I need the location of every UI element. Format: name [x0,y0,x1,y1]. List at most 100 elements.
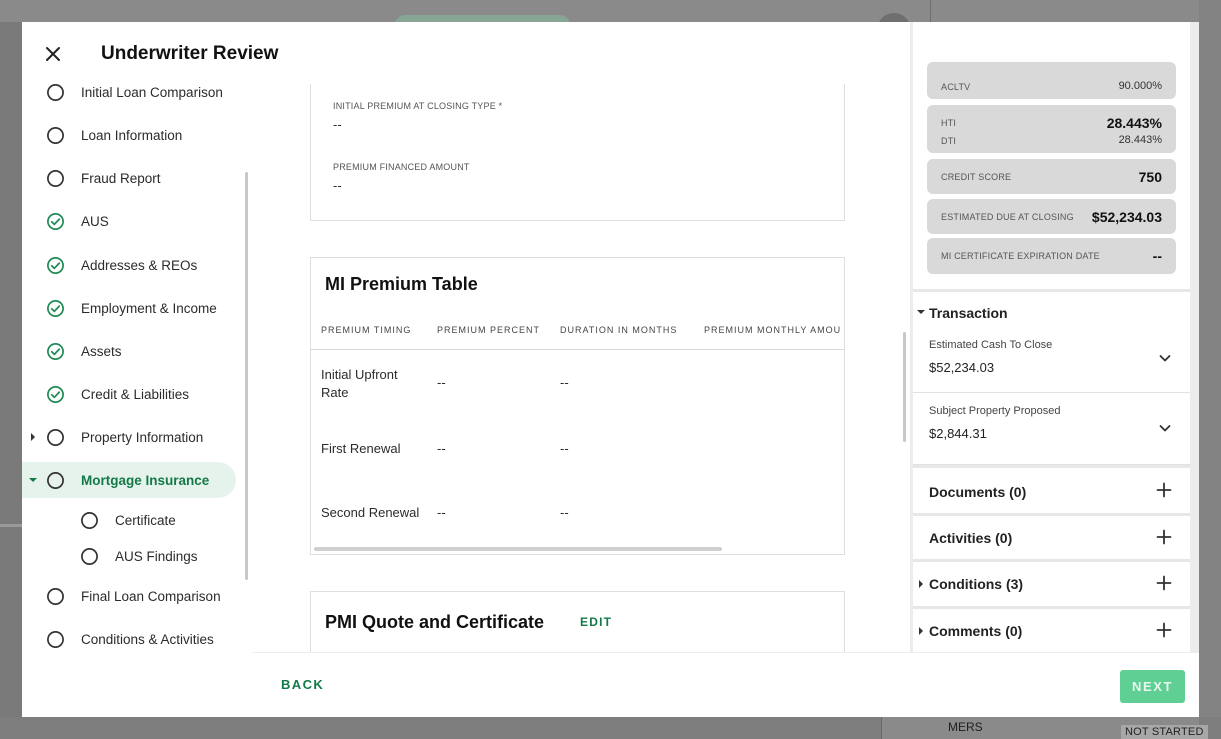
documents-section-title: Documents (0) [929,484,1027,500]
empty-circle-icon [47,169,64,187]
main-content: INITIAL PREMIUM AT CLOSING TYPE * -- PRE… [310,64,845,681]
dti-label: DTI [941,136,957,146]
empty-circle-icon [81,547,98,565]
sidebar-item-aus[interactable]: AUS [22,203,236,239]
modal-footer: BACK NEXT [253,652,1199,717]
column-header-duration: DURATION IN MONTHS [560,325,678,335]
caret-right-icon[interactable] [917,627,925,635]
transaction-item-cash-to-close[interactable]: Estimated Cash To Close $52,234.03 [913,327,1190,393]
sidebar-item-label: AUS Findings [115,548,198,564]
transaction-item-value: $52,234.03 [929,360,995,375]
page-title: Underwriter Review [101,43,279,64]
edit-button[interactable]: EDIT [580,615,612,629]
due-at-closing-metric: ESTIMATED DUE AT CLOSING $52,234.03 [927,199,1176,234]
next-button[interactable]: NEXT [1120,670,1185,703]
table-header-divider [311,349,844,350]
sidebar-item-employment-income[interactable]: Employment & Income [22,290,236,326]
plus-icon[interactable] [1156,622,1172,638]
conditions-section[interactable]: Conditions (3) [913,562,1190,607]
dti-value: 28.443% [1118,134,1162,146]
sidebar-item-label: Mortgage Insurance [81,472,210,488]
conditions-section-title: Conditions (3) [929,576,1024,592]
activities-section[interactable]: Activities (0) [913,516,1190,561]
premium-details-card: INITIAL PREMIUM AT CLOSING TYPE * -- PRE… [310,64,845,221]
sidebar-item-property-information[interactable]: Property Information [22,419,236,455]
sidebar-scrollbar[interactable] [245,172,248,580]
summary-panel: ACLTV 90.000% HTI 28.443% DTI 28.443% CR… [910,22,1199,654]
sidebar-item-credit-liabilities[interactable]: Credit & Liabilities [22,376,236,412]
credit-score-metric: CREDIT SCORE 750 [927,159,1176,194]
chevron-down-icon[interactable] [1158,351,1172,365]
sidebar-item-loan-information[interactable]: Loan Information [22,117,236,153]
row-timing: Second Renewal [321,505,420,520]
background-dash [0,524,22,527]
check-circle-icon [47,299,64,317]
sidebar-item-label: Addresses & REOs [81,257,198,273]
caret-right-icon[interactable] [29,433,37,441]
acltv-value: 90.000% [1118,80,1162,92]
due-at-closing-value: $52,234.03 [1091,209,1162,225]
sidebar-item-label: Employment & Income [81,300,217,316]
close-icon[interactable] [43,44,63,64]
transaction-section-title[interactable]: Transaction [929,305,1008,321]
financed-amount-value: -- [333,178,342,193]
mi-premium-table-card: MI Premium Table PREMIUM TIMING PREMIUM … [310,257,845,555]
row-percent: -- [437,375,446,390]
check-circle-icon [47,212,64,230]
comments-section[interactable]: Comments (0) [913,609,1190,654]
empty-circle-icon [47,126,64,144]
hti-label: HTI [941,118,957,128]
row-timing: Initial Upfront Rate [321,367,398,400]
sidebar-item-label: Certificate [115,512,176,528]
row-percent: -- [437,441,446,456]
sidebar-item-mortgage-insurance[interactable]: Mortgage Insurance [22,462,236,498]
transaction-item-label: Estimated Cash To Close [929,339,1053,351]
back-button[interactable]: BACK [281,677,324,692]
mi-expiration-value: -- [1152,248,1162,264]
due-at-closing-label: ESTIMATED DUE AT CLOSING [941,212,1074,222]
empty-circle-icon [47,630,64,648]
pmi-quote-title: PMI Quote and Certificate [325,612,545,632]
background-mers-label: MERS [948,720,983,734]
caret-right-icon[interactable] [917,580,925,588]
transaction-item-value: $2,844.31 [929,426,987,441]
chevron-down-icon[interactable] [1158,421,1172,435]
sidebar-item-addresses-reos[interactable]: Addresses & REOs [22,247,236,283]
content-scrollbar[interactable] [903,332,906,442]
sidebar-item-conditions-activities[interactable]: Conditions & Activities [22,621,236,657]
hti-value: 28.443% [1106,115,1162,131]
sidebar-item-certificate[interactable]: Certificate [22,502,236,538]
underwriter-review-modal: INITIAL PREMIUM AT CLOSING TYPE * -- PRE… [22,22,1199,717]
documents-section[interactable]: Documents (0) [913,468,1190,513]
empty-circle-icon [47,83,64,101]
table-horizontal-scrollbar[interactable] [314,547,722,551]
acltv-metric: ACLTV 90.000% [927,62,1176,99]
sidebar-item-initial-loan-comparison[interactable]: Initial Loan Comparison [22,74,236,110]
activities-section-title: Activities (0) [929,530,1013,546]
check-circle-icon [47,256,64,274]
comments-section-title: Comments (0) [929,623,1023,639]
hti-dti-metric: HTI 28.443% DTI 28.443% [927,105,1176,153]
sidebar-item-label: Initial Loan Comparison [81,84,223,100]
transaction-item-subject-property[interactable]: Subject Property Proposed $2,844.31 [913,393,1190,465]
sidebar-item-label: Fraud Report [81,170,161,186]
credit-score-label: CREDIT SCORE [941,172,1012,182]
acltv-label: ACLTV [941,82,971,92]
sidebar-item-aus-findings[interactable]: AUS Findings [22,538,236,574]
sidebar-item-fraud-report[interactable]: Fraud Report [22,160,236,196]
sidebar-item-label: Final Loan Comparison [81,588,221,604]
sidebar-item-final-loan-comparison[interactable]: Final Loan Comparison [22,578,236,614]
sidebar-item-label: Loan Information [81,127,183,143]
background-right-strip [1199,0,1221,739]
plus-icon[interactable] [1156,575,1172,591]
review-steps-sidebar: Initial Loan Comparison Loan Information… [22,77,254,657]
sidebar-item-assets[interactable]: Assets [22,333,236,369]
plus-icon[interactable] [1156,482,1172,498]
empty-circle-icon [47,587,64,605]
plus-icon[interactable] [1156,529,1172,545]
section-divider [913,289,1190,292]
mi-expiration-metric: MI CERTIFICATE EXPIRATION DATE -- [927,238,1176,274]
caret-down-icon[interactable] [917,308,925,316]
background-status-badge: NOT STARTED [1121,725,1208,739]
caret-down-icon[interactable] [29,476,37,484]
